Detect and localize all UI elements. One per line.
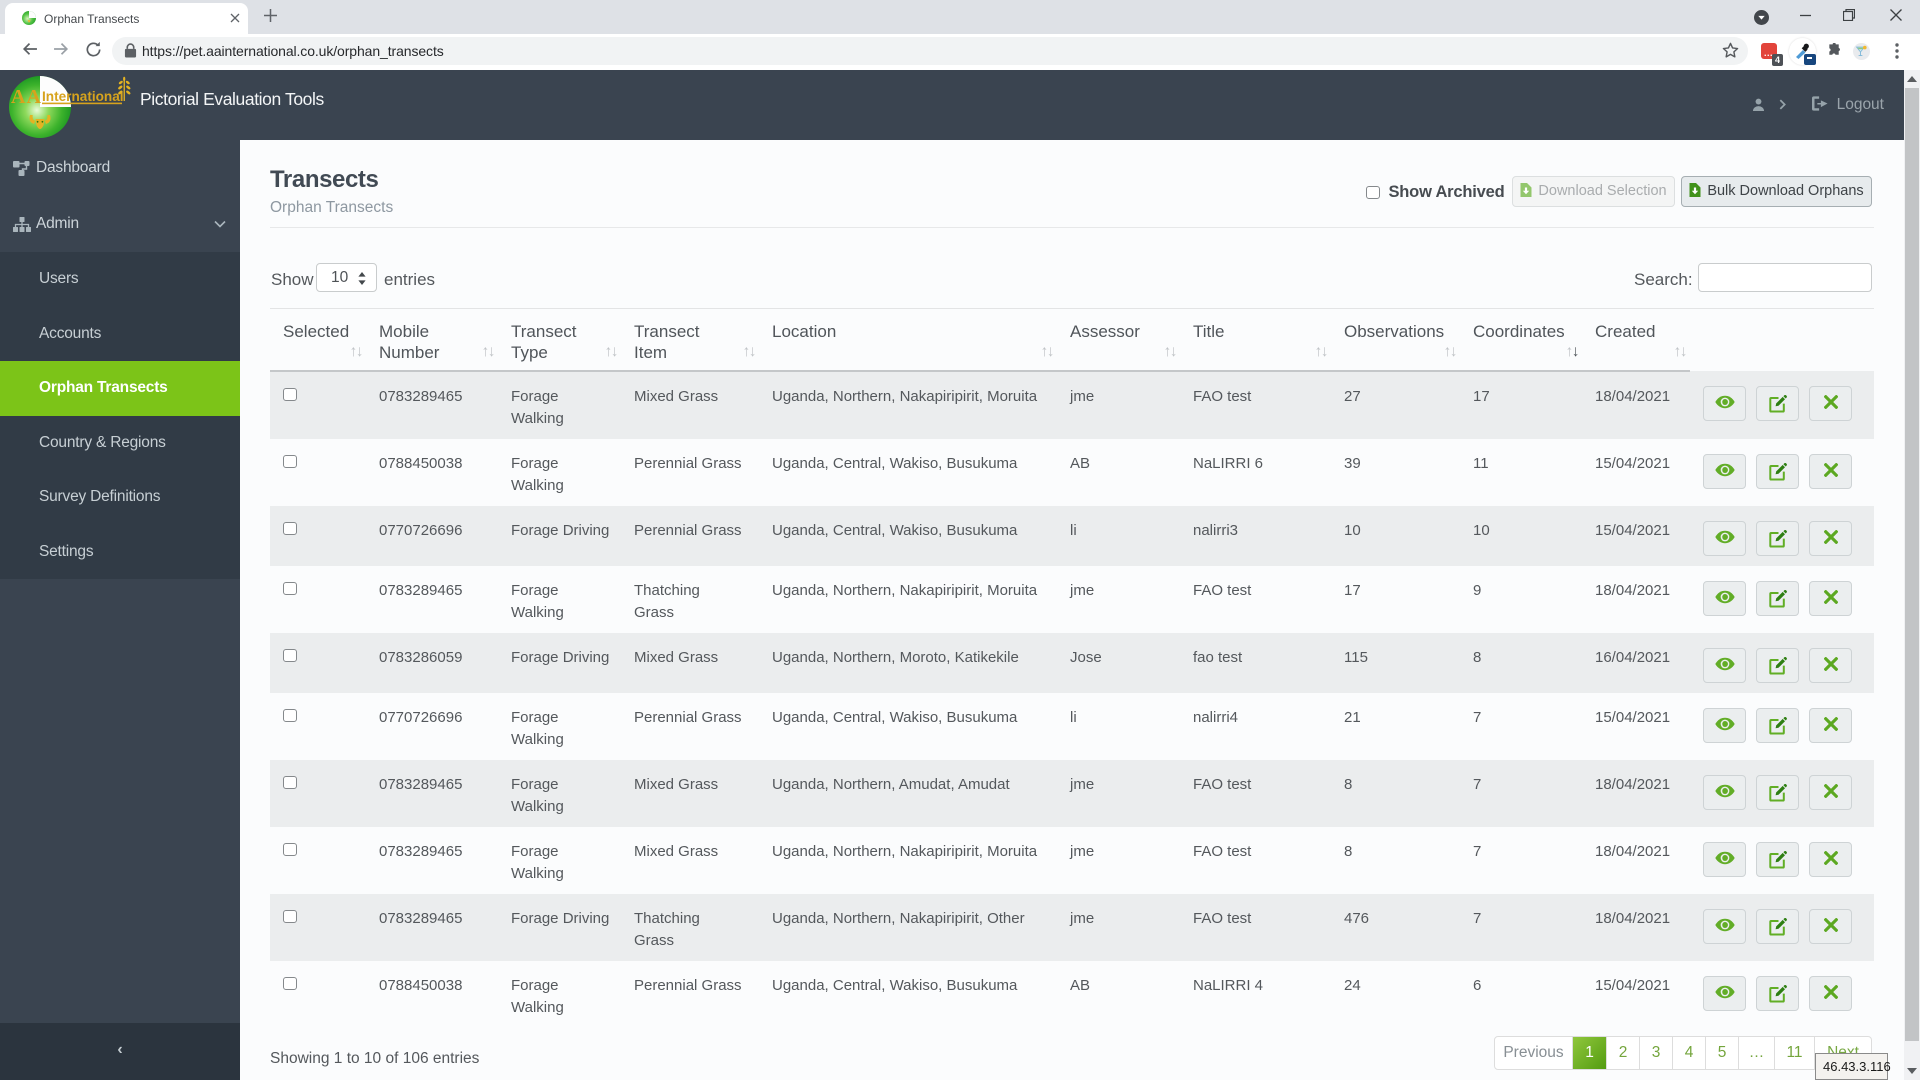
svg-text:International: International	[42, 89, 124, 104]
svg-text:AA: AA	[11, 86, 42, 108]
